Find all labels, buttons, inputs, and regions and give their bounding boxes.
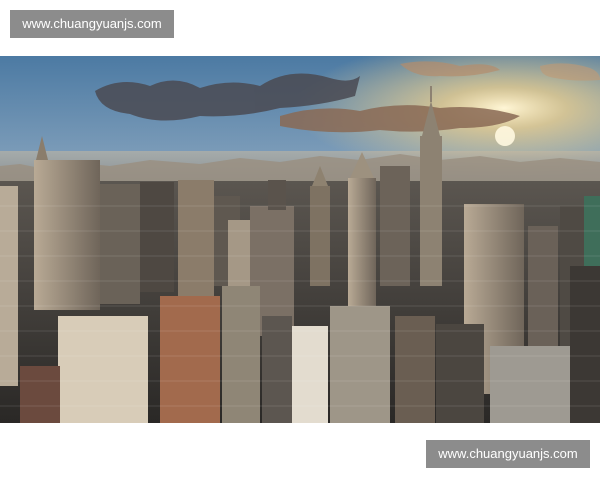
sun xyxy=(495,126,515,146)
watermark-top: www.chuangyuanjs.com xyxy=(10,10,174,38)
city-skyline-photo xyxy=(0,56,600,423)
watermark-bottom: www.chuangyuanjs.com xyxy=(426,440,590,468)
skyline-illustration xyxy=(0,56,600,423)
page: www.chuangyuanjs.com www.chuangyuanjs.co… xyxy=(0,0,600,480)
